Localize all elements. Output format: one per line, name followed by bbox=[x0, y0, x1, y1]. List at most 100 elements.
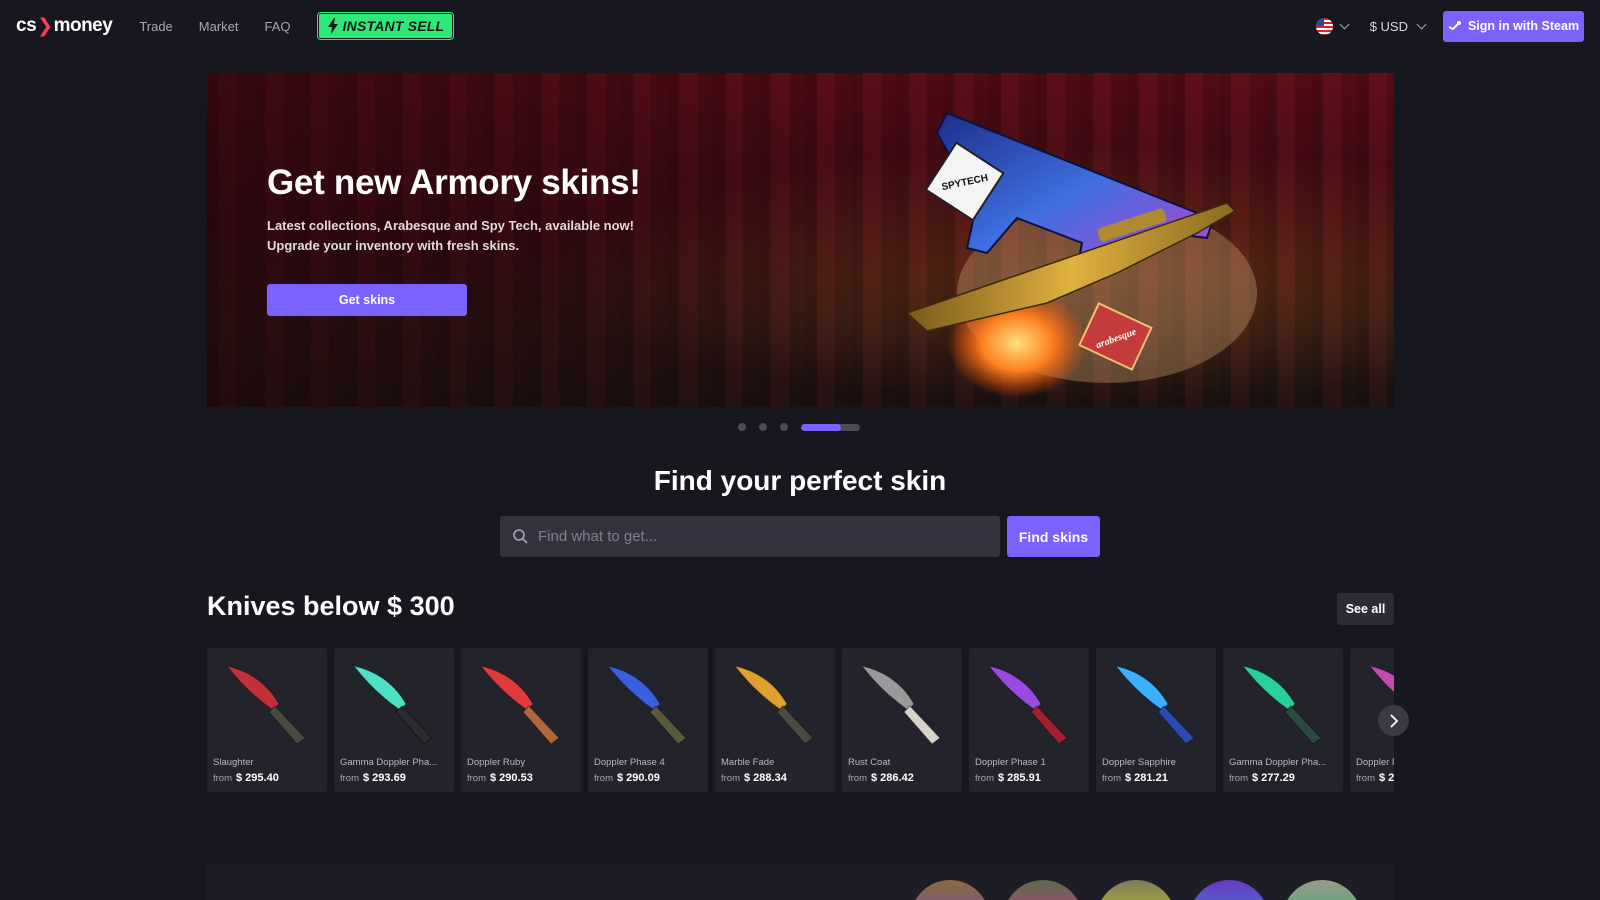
agent-image-3 bbox=[1096, 880, 1176, 900]
promo-banner[interactable]: SPYTECH arabesque Get new Armory skins! … bbox=[207, 73, 1394, 407]
chevron-right-icon bbox=[1389, 713, 1398, 728]
knife-name: Doppler Phase 1 bbox=[975, 757, 1046, 768]
chevron-down-icon bbox=[1339, 19, 1350, 29]
knife-price-row: from $ 288.34 bbox=[721, 772, 787, 784]
knife-price: $ 2 bbox=[1379, 772, 1394, 784]
knife-card[interactable]: Gamma Doppler Pha... from $ 277.29 bbox=[1223, 648, 1343, 792]
knife-price-row: from $ 286.42 bbox=[848, 772, 914, 784]
knife-name: Doppler Sapphire bbox=[1102, 757, 1176, 768]
knife-card[interactable]: Doppler Sapphire from $ 281.21 bbox=[1096, 648, 1216, 792]
search-section-title: Find your perfect skin bbox=[653, 465, 947, 496]
banner-subtitle-line1: Latest collections, Arabesque and Spy Te… bbox=[267, 218, 634, 233]
knife-name: Doppler P bbox=[1356, 757, 1394, 768]
knife-image bbox=[733, 665, 814, 745]
carousel-dot-3[interactable] bbox=[780, 423, 788, 431]
knife-name: Slaughter bbox=[213, 757, 254, 768]
knife-price-row: from $ 277.29 bbox=[1229, 772, 1295, 784]
price-from-label: from bbox=[213, 773, 232, 784]
sign-in-steam-button[interactable]: Sign in with Steam bbox=[1443, 10, 1584, 42]
sign-in-label: Sign in with Steam bbox=[1467, 19, 1580, 33]
nav-faq[interactable]: FAQ bbox=[265, 19, 291, 34]
carousel-indicators bbox=[738, 423, 860, 431]
find-skins-button[interactable]: Find skins bbox=[1007, 516, 1100, 557]
price-from-label: from bbox=[594, 773, 613, 784]
knife-name: Rust Coat bbox=[848, 757, 891, 768]
logo[interactable]: cs ❯ money bbox=[16, 15, 113, 38]
knife-card[interactable]: Slaughter from $ 295.40 bbox=[207, 648, 327, 792]
logo-text-left: cs bbox=[16, 15, 37, 36]
agent-image-1 bbox=[910, 880, 990, 900]
logo-mark: ❯ bbox=[37, 15, 53, 37]
knife-name: Doppler Ruby bbox=[467, 757, 526, 768]
knife-price: $ 281.21 bbox=[1125, 772, 1168, 784]
knife-card[interactable]: Gamma Doppler Pha... from $ 293.69 bbox=[334, 648, 454, 792]
knife-price: $ 290.09 bbox=[617, 772, 660, 784]
knife-card[interactable]: Marble Fade from $ 288.34 bbox=[715, 648, 835, 792]
price-from-label: from bbox=[721, 773, 740, 784]
price-from-label: from bbox=[848, 773, 867, 784]
search-input[interactable] bbox=[538, 528, 978, 545]
knife-price: $ 285.91 bbox=[998, 772, 1041, 784]
knife-price: $ 288.34 bbox=[744, 772, 787, 784]
knife-price-row: from $ 290.53 bbox=[467, 772, 533, 784]
knife-price: $ 293.69 bbox=[363, 772, 406, 784]
knife-price-row: from $ 281.21 bbox=[1102, 772, 1168, 784]
knife-image bbox=[860, 665, 941, 745]
nav-market[interactable]: Market bbox=[199, 19, 239, 34]
knives-carousel: Slaughter from $ 295.40 Gamma Doppler Pha… bbox=[207, 648, 1394, 792]
top-navbar: cs ❯ money Trade Market FAQ INSTANT SELL… bbox=[0, 0, 1600, 52]
agent-image-2 bbox=[1003, 880, 1083, 900]
agents-section-preview bbox=[207, 864, 1394, 900]
knife-image bbox=[606, 665, 687, 745]
price-from-label: from bbox=[340, 773, 359, 784]
knife-price-row: from $ 285.91 bbox=[975, 772, 1041, 784]
knife-price-row: from $ 293.69 bbox=[340, 772, 406, 784]
knife-name: Marble Fade bbox=[721, 757, 775, 768]
see-all-button[interactable]: See all bbox=[1337, 593, 1394, 625]
carousel-dot-4-active[interactable] bbox=[801, 423, 860, 431]
knife-card[interactable]: Doppler Phase 4 from $ 290.09 bbox=[588, 648, 708, 792]
banner-subtitle-line2: Upgrade your inventory with fresh skins. bbox=[267, 238, 520, 253]
agent-image-4 bbox=[1189, 880, 1269, 900]
knife-price: $ 295.40 bbox=[236, 772, 279, 784]
knife-price-row: from $ 295.40 bbox=[213, 772, 279, 784]
header-actions: $ USD Sign in with Steam bbox=[1315, 10, 1584, 42]
bolt-icon bbox=[327, 18, 338, 34]
carousel-dot-2[interactable] bbox=[759, 423, 767, 431]
knife-price-row: from $ 2 bbox=[1356, 772, 1394, 784]
banner-title: Get new Armory skins! bbox=[267, 163, 641, 202]
knife-name: Gamma Doppler Pha... bbox=[1229, 757, 1327, 768]
logo-text-right: money bbox=[53, 15, 113, 36]
knife-card[interactable]: Doppler Ruby from $ 290.53 bbox=[461, 648, 581, 792]
knives-section-title: Knives below $ 300 bbox=[207, 591, 455, 621]
knife-image bbox=[1241, 665, 1322, 745]
steam-icon bbox=[1448, 21, 1461, 31]
knife-price-row: from $ 290.09 bbox=[594, 772, 660, 784]
knife-image bbox=[225, 665, 306, 745]
instant-sell-button[interactable]: INSTANT SELL bbox=[317, 13, 454, 39]
get-skins-button[interactable]: Get skins bbox=[267, 284, 467, 316]
currency-selector[interactable]: $ USD bbox=[1369, 18, 1427, 34]
banner-subtitle: Latest collections, Arabesque and Spy Te… bbox=[267, 216, 687, 256]
price-from-label: from bbox=[1102, 773, 1121, 784]
knife-card[interactable]: Rust Coat from $ 286.42 bbox=[842, 648, 962, 792]
nav-trade[interactable]: Trade bbox=[139, 19, 172, 34]
knife-image bbox=[479, 665, 560, 745]
knife-name: Gamma Doppler Pha... bbox=[340, 757, 438, 768]
chevron-down-icon bbox=[1416, 19, 1427, 29]
knife-name: Doppler Phase 4 bbox=[594, 757, 665, 768]
price-from-label: from bbox=[1229, 773, 1248, 784]
price-from-label: from bbox=[1356, 773, 1375, 784]
knife-image bbox=[987, 665, 1068, 745]
knife-card[interactable]: Doppler Phase 1 from $ 285.91 bbox=[969, 648, 1089, 792]
search-box bbox=[500, 516, 1000, 557]
instant-sell-label: INSTANT SELL bbox=[342, 18, 445, 34]
price-from-label: from bbox=[467, 773, 486, 784]
carousel-next-button[interactable] bbox=[1378, 705, 1409, 736]
language-selector[interactable] bbox=[1315, 17, 1350, 35]
currency-label: $ USD bbox=[1369, 18, 1408, 34]
banner-weapons-image: SPYTECH arabesque bbox=[905, 111, 1257, 398]
knife-image bbox=[352, 665, 433, 745]
us-flag-icon bbox=[1315, 17, 1333, 35]
carousel-dot-1[interactable] bbox=[738, 423, 746, 431]
